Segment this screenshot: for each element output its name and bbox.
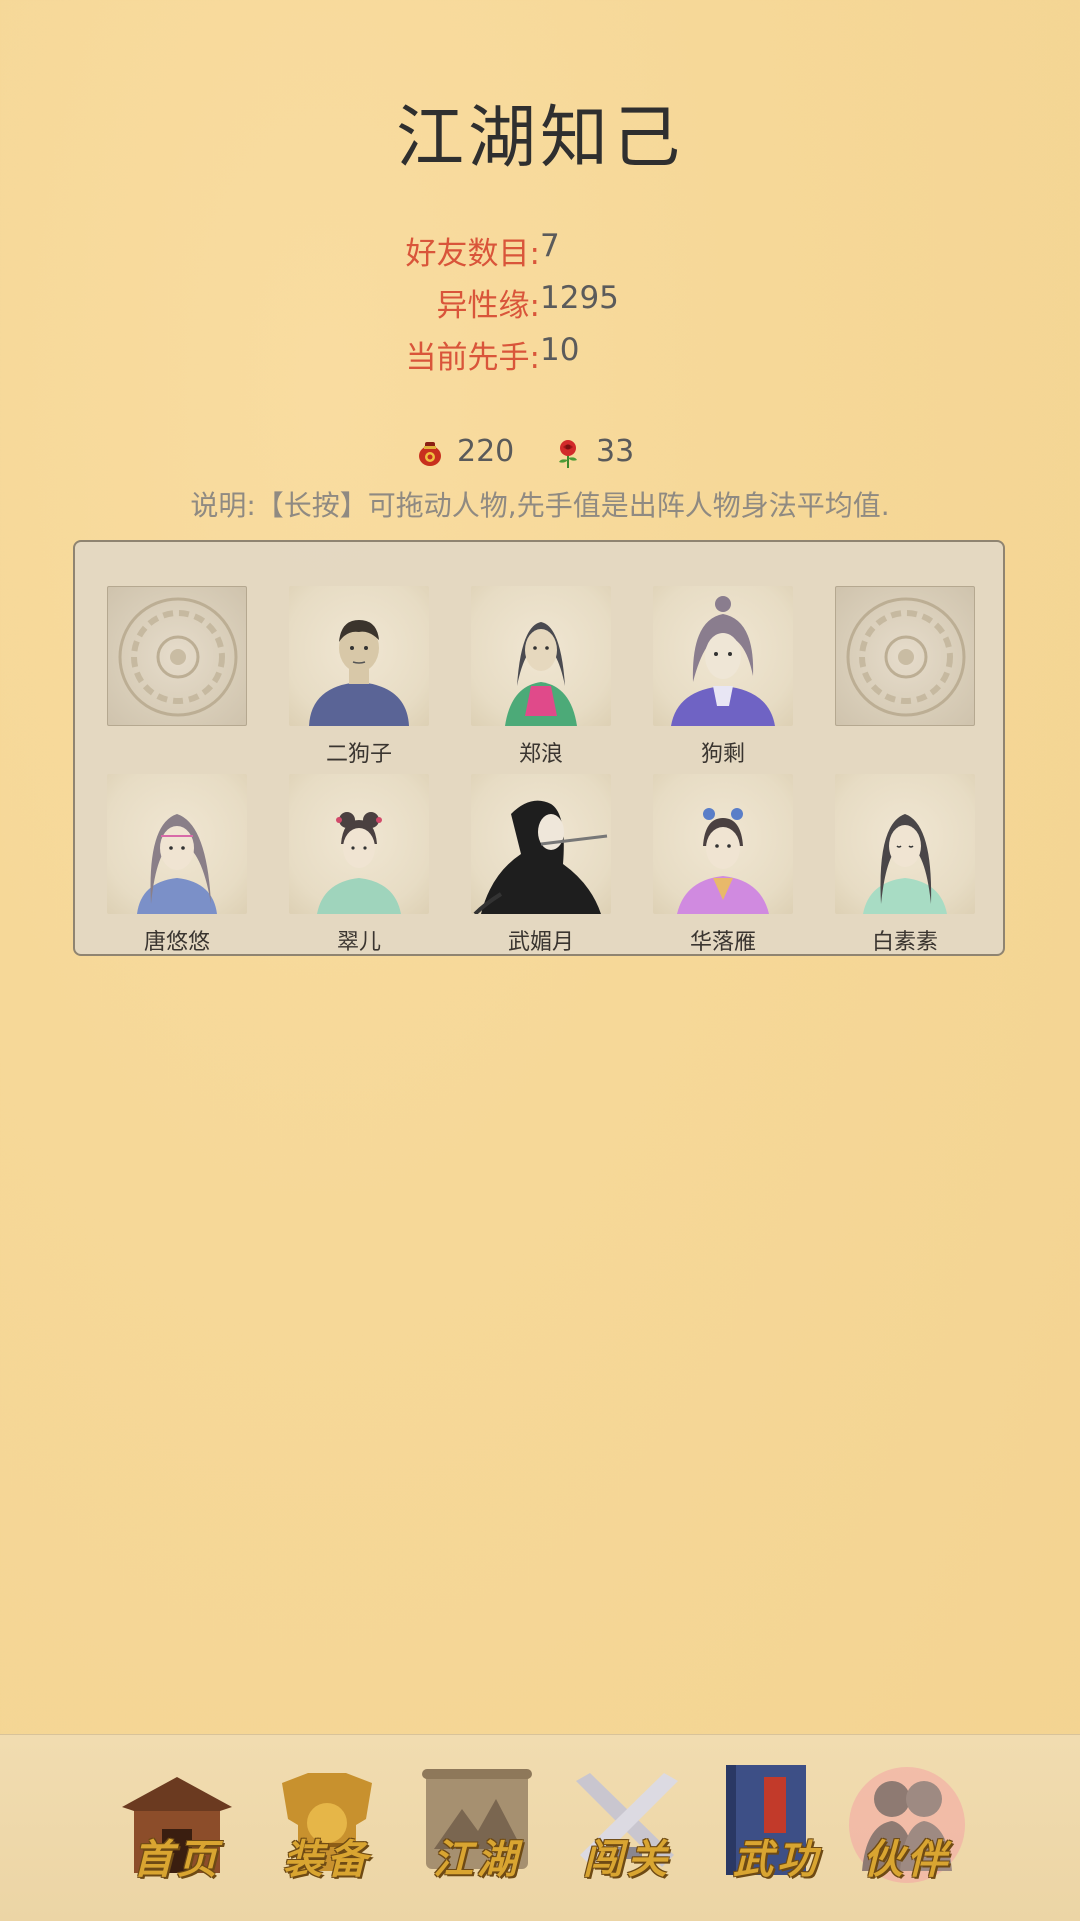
wine-count: 220	[457, 434, 515, 469]
rose-count: 33	[596, 434, 635, 469]
character-portrait	[653, 774, 793, 914]
friend-character[interactable]: 白素素	[835, 774, 975, 955]
character-portrait	[107, 774, 247, 914]
nav-home[interactable]: 首页	[112, 1759, 242, 1889]
woman-portrait-icon	[137, 814, 217, 914]
nav-label: 闯关	[583, 1836, 671, 1883]
nav-label: 首页	[133, 1836, 221, 1883]
nav-label: 江湖	[433, 1836, 521, 1883]
character-name: 华落雁	[689, 930, 756, 955]
character-portrait	[289, 586, 429, 726]
nav-martial-arts[interactable]: 武功	[712, 1759, 842, 1889]
stat-value: 1295	[540, 280, 619, 316]
stat-label: 好友数目:	[405, 236, 540, 272]
rose-icon	[559, 440, 577, 468]
nav-equipment[interactable]: 装备	[262, 1759, 392, 1889]
maiden-portrait-icon	[863, 814, 947, 914]
character-portrait	[471, 774, 611, 914]
swordsman-portrait-icon	[505, 622, 577, 726]
empty-slot-emblem	[835, 586, 975, 726]
page-title: 江湖知己	[395, 99, 684, 178]
lineup-character-zhenglang[interactable]: 郑浪	[471, 586, 611, 767]
resource-bar: 220 33	[0, 432, 1080, 478]
lady-portrait-icon	[677, 808, 769, 914]
lineup-character-goucheng[interactable]: 狗剩	[653, 586, 793, 767]
character-name: 武媚月	[507, 930, 574, 955]
slot-name	[835, 736, 975, 764]
maid-portrait-icon	[317, 812, 401, 914]
companion-panel: 二狗子 郑浪 狗剩 唐悠悠 翠儿 武媚月 华落雁 白素素	[73, 540, 1005, 956]
man-portrait-icon	[309, 620, 409, 726]
friend-character[interactable]: 华落雁	[653, 774, 793, 955]
nav-label: 武功	[733, 1836, 821, 1883]
nav-challenge[interactable]: 闯关	[562, 1759, 692, 1889]
emblem-icon	[118, 597, 238, 717]
instruction-note: 说明:【长按】可拖动人物,先手值是出阵人物身法平均值.	[190, 489, 890, 522]
lineup-slot-empty[interactable]	[835, 586, 975, 764]
stat-value: 10	[540, 332, 580, 368]
nav-partners[interactable]: 伙伴	[842, 1759, 972, 1889]
stat-value: 7	[540, 228, 560, 264]
youth-portrait-icon	[671, 596, 775, 726]
empty-slot-emblem	[107, 586, 247, 726]
friend-character[interactable]: 武媚月	[471, 774, 611, 955]
nav-jianghu[interactable]: 江湖	[412, 1759, 542, 1889]
bottom-navigation: 首页 装备 江湖 闯关 武功 伙伴	[0, 1734, 1080, 1921]
nav-label: 装备	[283, 1836, 371, 1883]
emblem-icon	[846, 597, 966, 717]
stat-friend-count: 好友数目: 7	[0, 228, 560, 280]
character-name: 狗剩	[700, 742, 745, 767]
stat-charm: 异性缘: 1295	[0, 280, 619, 332]
stat-label: 异性缘:	[436, 288, 540, 324]
character-portrait	[471, 586, 611, 726]
lineup-slot-empty[interactable]	[107, 586, 247, 764]
slot-name	[107, 736, 247, 764]
stat-label: 当前先手:	[405, 340, 540, 376]
character-name: 二狗子	[325, 742, 392, 767]
character-portrait	[835, 774, 975, 914]
character-name: 翠儿	[336, 930, 381, 955]
wine-jar-icon	[419, 442, 441, 466]
nav-label: 伙伴	[863, 1836, 951, 1883]
character-name: 白素素	[871, 930, 938, 955]
friend-character[interactable]: 翠儿	[289, 774, 429, 955]
flute-player-portrait-icon	[473, 800, 608, 914]
friend-character[interactable]: 唐悠悠	[107, 774, 247, 955]
character-portrait	[653, 586, 793, 726]
character-name: 唐悠悠	[143, 930, 210, 955]
stat-initiative: 当前先手: 10	[0, 332, 580, 384]
character-portrait	[289, 774, 429, 914]
character-name: 郑浪	[518, 742, 563, 767]
lineup-character-ergouzi[interactable]: 二狗子	[289, 586, 429, 767]
